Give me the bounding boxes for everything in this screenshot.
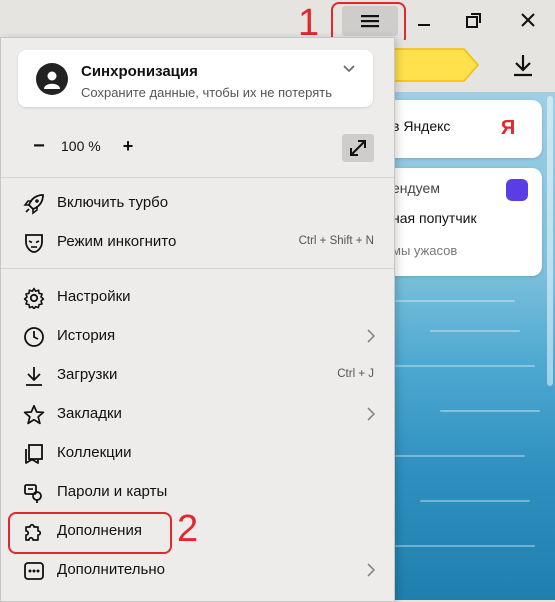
download-icon	[514, 55, 532, 77]
user-icon	[44, 71, 60, 89]
rocket-icon	[22, 192, 46, 216]
address-suggestion-tab[interactable]	[380, 47, 480, 83]
menu-item-label: Режим инкогнито	[57, 233, 177, 250]
yandex-logo: Я	[494, 114, 522, 142]
gear-icon	[22, 286, 46, 310]
key-icon	[22, 481, 46, 505]
avatar	[36, 63, 68, 95]
download-icon	[22, 364, 46, 388]
menu-item-turbo[interactable]: Включить турбо	[1, 184, 394, 222]
chevron-right-icon	[367, 407, 376, 421]
menu-item-settings[interactable]: Настройки	[1, 278, 394, 316]
recommendation-card-line3: мы ужасов	[392, 243, 458, 258]
minimize-icon	[418, 24, 430, 26]
sync-subtitle: Сохраните данные, чтобы их не потерять	[81, 85, 332, 100]
menu-item-label: Дополнительно	[57, 561, 165, 578]
menu-item-passwords[interactable]: Пароли и карты	[1, 473, 394, 511]
chevron-right-icon	[367, 563, 376, 577]
collections-icon	[22, 442, 46, 466]
zoom-controls: − 100 % +	[1, 128, 394, 168]
zoom-out-button[interactable]: −	[29, 134, 49, 158]
close-icon	[521, 13, 535, 27]
wave-decoration	[395, 545, 535, 547]
recommendation-card-line1: ендуем	[392, 180, 440, 196]
menu-item-incognito[interactable]: Режим инкогнито Ctrl + Shift + N	[1, 223, 394, 261]
callout-number-2: 2	[177, 508, 199, 550]
menu-item-label: Закладки	[57, 405, 122, 422]
wave-decoration	[395, 300, 515, 302]
clock-icon	[22, 325, 46, 349]
wave-decoration	[395, 365, 535, 367]
recommendation-card[interactable]: ендуем ная попутчик мы ужасов	[370, 168, 542, 276]
minimize-button[interactable]	[400, 0, 448, 40]
menu-item-label: Пароли и карты	[57, 483, 168, 500]
menu-item-more[interactable]: Дополнительно	[1, 551, 394, 589]
chevron-right-icon	[367, 329, 376, 343]
shortcut-label: Ctrl + Shift + N	[298, 235, 374, 247]
menu-item-bookmarks[interactable]: Закладки	[1, 395, 394, 433]
recommendation-icon	[506, 179, 528, 201]
menu-item-label: Включить турбо	[57, 194, 169, 211]
star-icon	[22, 403, 46, 427]
yandex-card-text: в Яндекс	[392, 118, 451, 134]
more-icon	[22, 559, 46, 583]
download-toolbar-button[interactable]	[508, 50, 538, 80]
wave-decoration	[440, 410, 540, 412]
menu-item-label: История	[57, 327, 116, 344]
wave-decoration	[420, 500, 530, 502]
wave-decoration	[430, 330, 520, 332]
menu-item-label: Настройки	[57, 288, 131, 305]
wave-decoration	[395, 455, 525, 457]
restore-button[interactable]	[450, 0, 498, 40]
divider	[1, 177, 394, 178]
fullscreen-button[interactable]	[342, 134, 374, 162]
restore-icon	[466, 13, 481, 28]
menu-item-history[interactable]: История	[1, 317, 394, 355]
chevron-down-icon[interactable]	[342, 62, 356, 76]
sync-title: Синхронизация	[81, 63, 198, 80]
close-window-button[interactable]	[504, 0, 552, 40]
menu-item-collections[interactable]: Коллекции	[1, 434, 394, 472]
shortcut-label: Ctrl + J	[337, 368, 374, 380]
menu-item-label: Загрузки	[57, 366, 118, 383]
sync-card[interactable]: Синхронизация Сохраните данные, чтобы их…	[18, 50, 373, 107]
fullscreen-icon	[350, 140, 366, 156]
callout-box-extensions	[8, 512, 172, 554]
menu-item-downloads[interactable]: Загрузки Ctrl + J	[1, 356, 394, 394]
recommendation-card-line2: ная попутчик	[392, 210, 477, 226]
zoom-level: 100 %	[61, 138, 101, 154]
incognito-mask-icon	[22, 231, 46, 255]
page-scrollbar[interactable]	[547, 96, 553, 386]
menu-item-label: Коллекции	[57, 444, 132, 461]
divider	[1, 268, 394, 269]
yandex-card[interactable]: в Яндекс Я	[370, 100, 542, 158]
zoom-in-button[interactable]: +	[118, 134, 138, 158]
